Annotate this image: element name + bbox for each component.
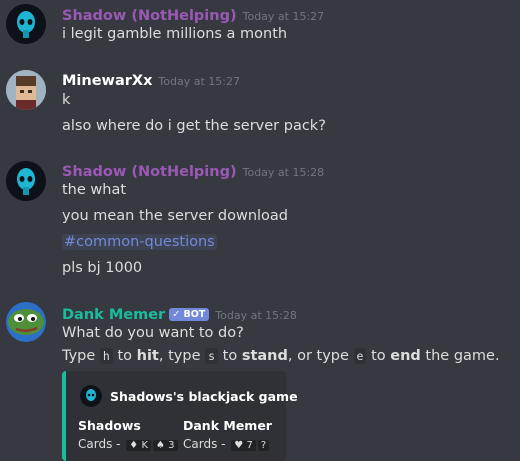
key-h-code: h (99, 348, 113, 364)
verified-check-icon: ✓ (172, 309, 181, 320)
text-part: , or type (287, 348, 354, 364)
avatar[interactable] (6, 161, 46, 201)
text-part: to (366, 348, 391, 364)
card-heart-7: ♥ 7 (231, 440, 256, 451)
field-name-player: Shadows (78, 418, 141, 433)
key-e-code: e (353, 348, 367, 364)
field-name-dealer: Dank Memer (183, 418, 272, 433)
end-text: end (390, 348, 421, 364)
timestamp: Today at 15:27 (158, 75, 240, 88)
timestamp: Today at 15:28 (242, 166, 325, 179)
message-text: you mean the server download (62, 208, 289, 224)
message-instructions: Type h to hit, type s to stand, or type … (62, 348, 500, 364)
author-name[interactable]: Dank Memer (62, 307, 165, 323)
text-part: Type (62, 348, 100, 364)
avatar[interactable] (6, 302, 46, 342)
pepe-frog-avatar-icon (6, 302, 46, 342)
message-text: What do you want to do? (62, 325, 244, 341)
blackjack-embed: Shadows's blackjack game Shadows Cards -… (62, 371, 298, 461)
text-part: the game. (420, 348, 500, 364)
card-spade-3: ♠ 3 (153, 440, 178, 451)
bot-label: BOT (183, 309, 206, 320)
author-name[interactable]: Shadow (NotHelping) (62, 8, 237, 24)
hit-text: hit (136, 348, 159, 364)
text-part: to (112, 348, 137, 364)
skull-avatar-icon (6, 4, 46, 44)
stand-text: stand (241, 348, 288, 364)
bot-badge: ✓ BOT (169, 308, 210, 321)
author-name[interactable]: MinewarXx (62, 73, 152, 89)
text-part: , type (158, 348, 206, 364)
minecraft-skin-avatar-icon (6, 70, 46, 110)
skull-avatar-icon (80, 385, 102, 407)
author-name[interactable]: Shadow (NotHelping) (62, 164, 237, 180)
embed-author-avatar (80, 385, 102, 407)
embed-title: Shadows's blackjack game (110, 389, 298, 404)
timestamp: Today at 15:27 (242, 10, 325, 23)
timestamp: Today at 15:28 (215, 309, 297, 322)
text-part: to (218, 348, 242, 364)
card-diamond-k: ♦ K (126, 440, 151, 451)
key-s-code: s (205, 348, 219, 364)
message-text: also where do i get the server pack? (62, 118, 326, 134)
card-hidden: ? (257, 440, 270, 451)
message-text: the what (62, 182, 127, 198)
message-text-channel-mention: #common-questions (62, 234, 217, 250)
message-text: pls bj 1000 (62, 260, 143, 276)
channel-mention-link[interactable]: #common-questions (62, 234, 217, 250)
skull-avatar-icon (6, 161, 46, 201)
message-text: k (62, 92, 71, 108)
message-text: i legit gamble millions a month (62, 26, 288, 42)
avatar[interactable] (6, 4, 46, 44)
avatar[interactable] (6, 70, 46, 110)
